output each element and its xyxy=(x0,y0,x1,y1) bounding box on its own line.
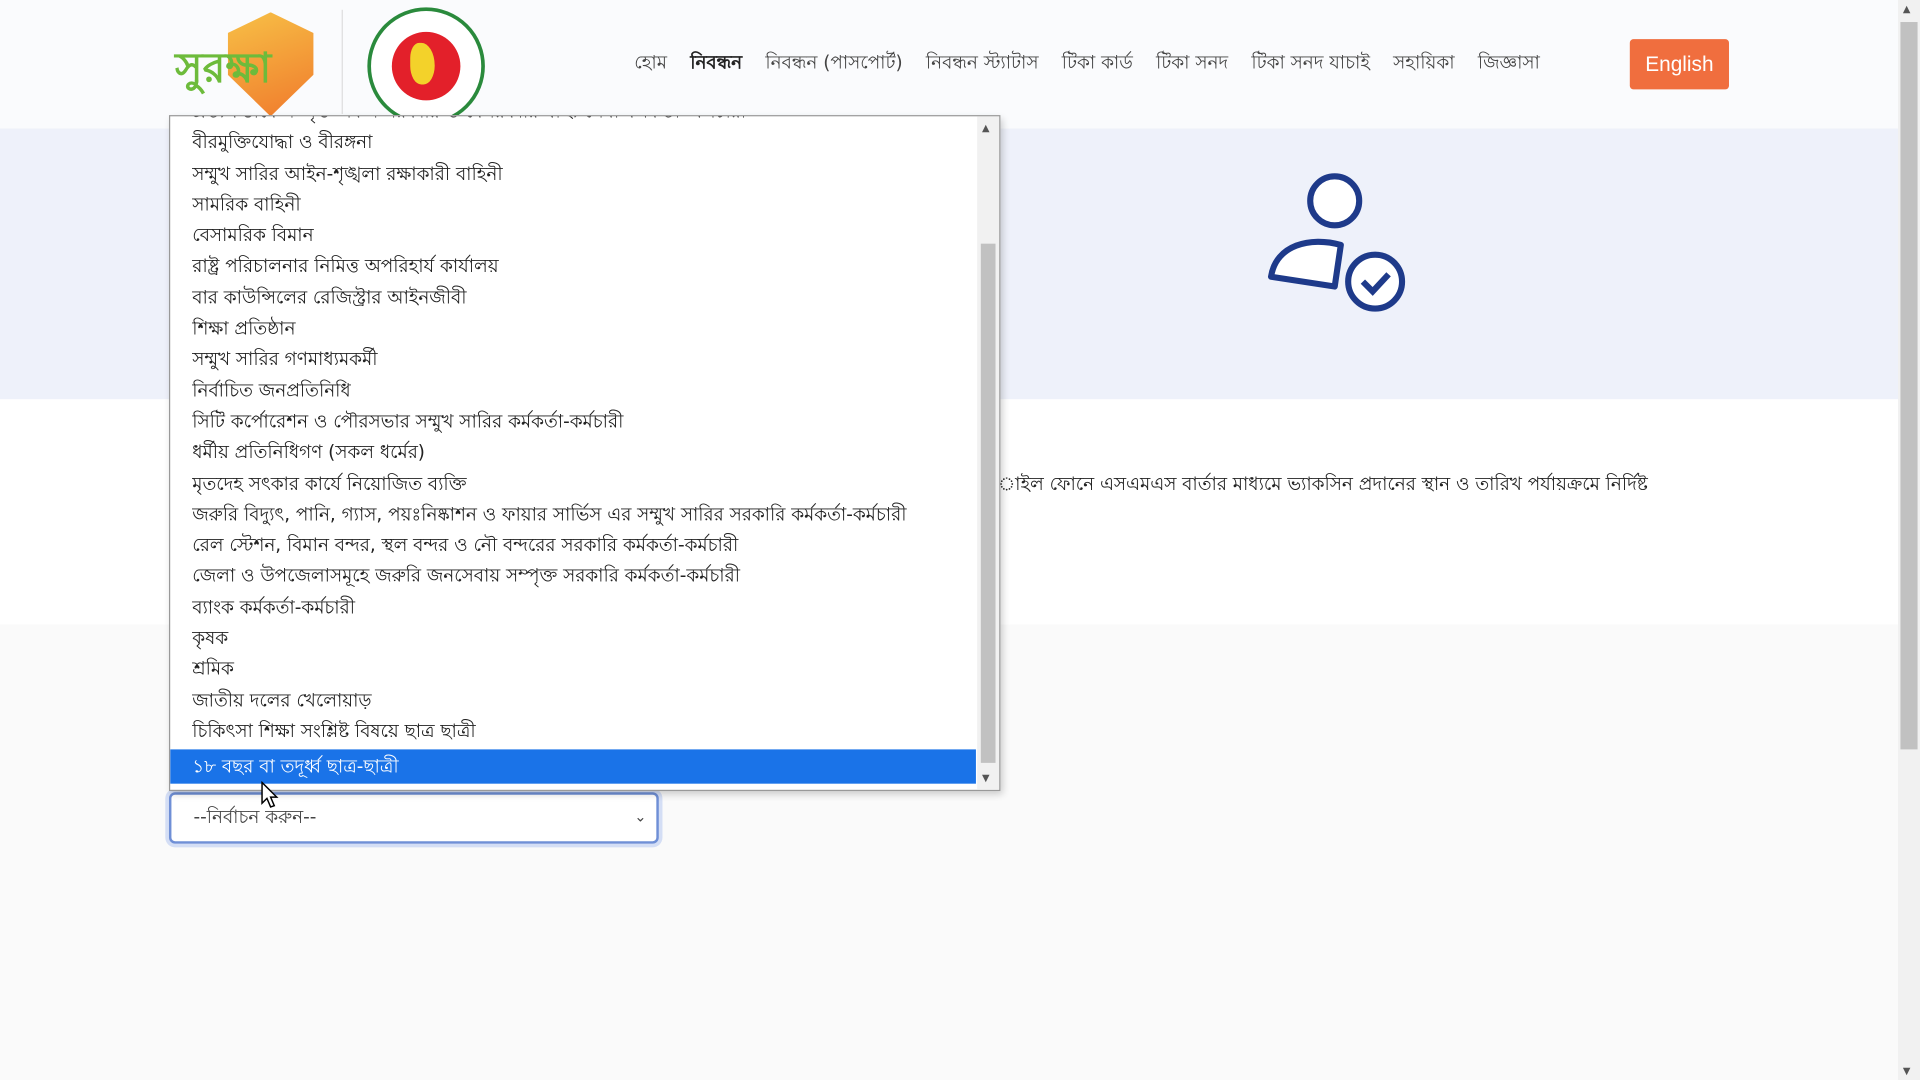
dropdown-scroll-thumb[interactable] xyxy=(980,243,996,763)
dropdown-option[interactable]: চিকিৎসা শিক্ষা সংশ্লিষ্ট বিষয়ে ছাত্র ছা… xyxy=(170,716,976,747)
page-scroll-thumb[interactable] xyxy=(1900,22,1918,750)
dropdown-option[interactable]: বেসামরিক বিমান xyxy=(170,221,976,252)
nav-home[interactable]: হোম xyxy=(634,49,667,80)
dropdown-option[interactable]: জরুরি বিদ্যুৎ, পানি, গ্যাস, পয়ঃনিষ্কাশন… xyxy=(170,499,976,530)
dropdown-option[interactable]: ধর্মীয় প্রতিনিধিগণ (সকল ধর্মের) xyxy=(170,437,976,468)
dropdown-option[interactable]: রেল স্টেশন, বিমান বন্দর, স্থল বন্দর ও নৌ… xyxy=(170,530,976,561)
nav-certificate-verify[interactable]: টিকা সনদ যাচাই xyxy=(1251,49,1370,80)
main-nav: হোম নিবন্ধন নিবন্ধন (পাসপোর্ট) নিবন্ধন স… xyxy=(634,49,1540,80)
dropdown-option[interactable]: জাতীয় দলের খেলোয়াড় xyxy=(170,685,976,716)
dropdown-option[interactable]: রাষ্ট্র পরিচালনার নিমিত্ত অপরিহার্য কার্… xyxy=(170,252,976,283)
dropdown-option[interactable]: কৃষক xyxy=(170,623,976,654)
scroll-up-arrow-icon[interactable]: ▲ xyxy=(1903,4,1911,15)
dropdown-option[interactable]: সামরিক বাহিনী xyxy=(170,190,976,221)
surokkha-logo[interactable]: সুরক্ষা xyxy=(175,37,271,107)
nav-help[interactable]: সহায়িকা xyxy=(1393,49,1454,80)
chevron-down-icon: ⌄ xyxy=(634,808,647,826)
nav-vaccine-certificate[interactable]: টিকা সনদ xyxy=(1156,49,1228,80)
dropdown-option[interactable]: ব্যাংক কর্মকর্তা-কর্মচারী xyxy=(170,592,976,623)
dropdown-option[interactable]: মৃতদেহ সৎকার কার্যে নিয়োজিত ব্যক্তি xyxy=(170,468,976,499)
scroll-up-arrow-icon[interactable]: ▲ xyxy=(982,122,990,133)
logo-divider xyxy=(341,9,343,114)
nav-vaccine-card[interactable]: টিকা কার্ড xyxy=(1062,49,1133,80)
category-select[interactable]: --নির্বাচন করুন-- ⌄ xyxy=(168,792,659,844)
header: সুরক্ষা হোম নিবন্ধন নিবন্ধন (পাসপোর্ট) ন… xyxy=(0,0,1898,129)
scroll-down-arrow-icon[interactable]: ▼ xyxy=(1903,1065,1911,1076)
page-scrollbar[interactable]: ▲ ▼ xyxy=(1897,0,1920,1080)
scroll-down-arrow-icon[interactable]: ▼ xyxy=(982,773,990,784)
mouse-cursor-icon xyxy=(261,781,279,808)
info-text: াইল ফোনে এসএমএস বার্তার মাধ্যমে ভ্যাকসিন… xyxy=(997,472,1648,495)
dropdown-option[interactable]: ১৮ বছর বা তদূর্ধ্ব ছাত্র-ছাত্রী xyxy=(170,749,976,784)
english-language-button[interactable]: English xyxy=(1629,39,1729,90)
dropdown-option[interactable]: নির্বাচিত জনপ্রতিনিধি xyxy=(170,376,976,407)
dropdown-option[interactable]: প্রত্যক্ষভাবে সম্পৃক্ত সকল সরকারি ও বেসর… xyxy=(170,116,976,127)
nav-registration-passport[interactable]: নিবন্ধন (পাসপোর্ট) xyxy=(765,49,902,80)
page: সুরক্ষা হোম নিবন্ধন নিবন্ধন (পাসপোর্ট) ন… xyxy=(0,0,1920,1080)
dropdown-option[interactable]: শ্রমিক xyxy=(170,654,976,685)
dropdown-option[interactable]: জেলা ও উপজেলাসমূহে জরুরি জনসেবায় সম্পৃক… xyxy=(170,561,976,592)
nav-registration[interactable]: নিবন্ধন xyxy=(690,49,742,80)
dropdown-option[interactable]: সম্মুখ সারির গণমাধ্যমকর্মী xyxy=(170,345,976,376)
dropdown-option[interactable]: সিটি কর্পোরেশন ও পৌরসভার সম্মুখ সারির কর… xyxy=(170,406,976,437)
dropdown-option[interactable]: সম্মুখ সারির আইন-শৃঙ্খলা রক্ষাকারী বাহিন… xyxy=(170,159,976,190)
dropdown-option[interactable]: বীরমুক্তিযোদ্ধা ও বীরঙ্গনা xyxy=(170,128,976,159)
nav-registration-status[interactable]: নিবন্ধন স্ট্যাটাস xyxy=(926,49,1039,80)
category-dropdown-list[interactable]: প্রত্যক্ষভাবে সম্পৃক্ত সকল সরকারি ও বেসর… xyxy=(168,115,1001,792)
government-emblem xyxy=(367,7,485,125)
dropdown-option[interactable]: শিক্ষা প্রতিষ্ঠান xyxy=(170,314,976,345)
select-value: --নির্বাচন করুন-- xyxy=(193,805,317,828)
dropdown-option[interactable]: বার কাউন্সিলের রেজিস্ট্রার আইনজীবী xyxy=(170,283,976,314)
user-check-icon xyxy=(1267,173,1406,312)
dropdown-scrollbar[interactable]: ▲ ▼ xyxy=(977,116,1000,790)
nav-faq[interactable]: জিজ্ঞাসা xyxy=(1478,49,1540,80)
